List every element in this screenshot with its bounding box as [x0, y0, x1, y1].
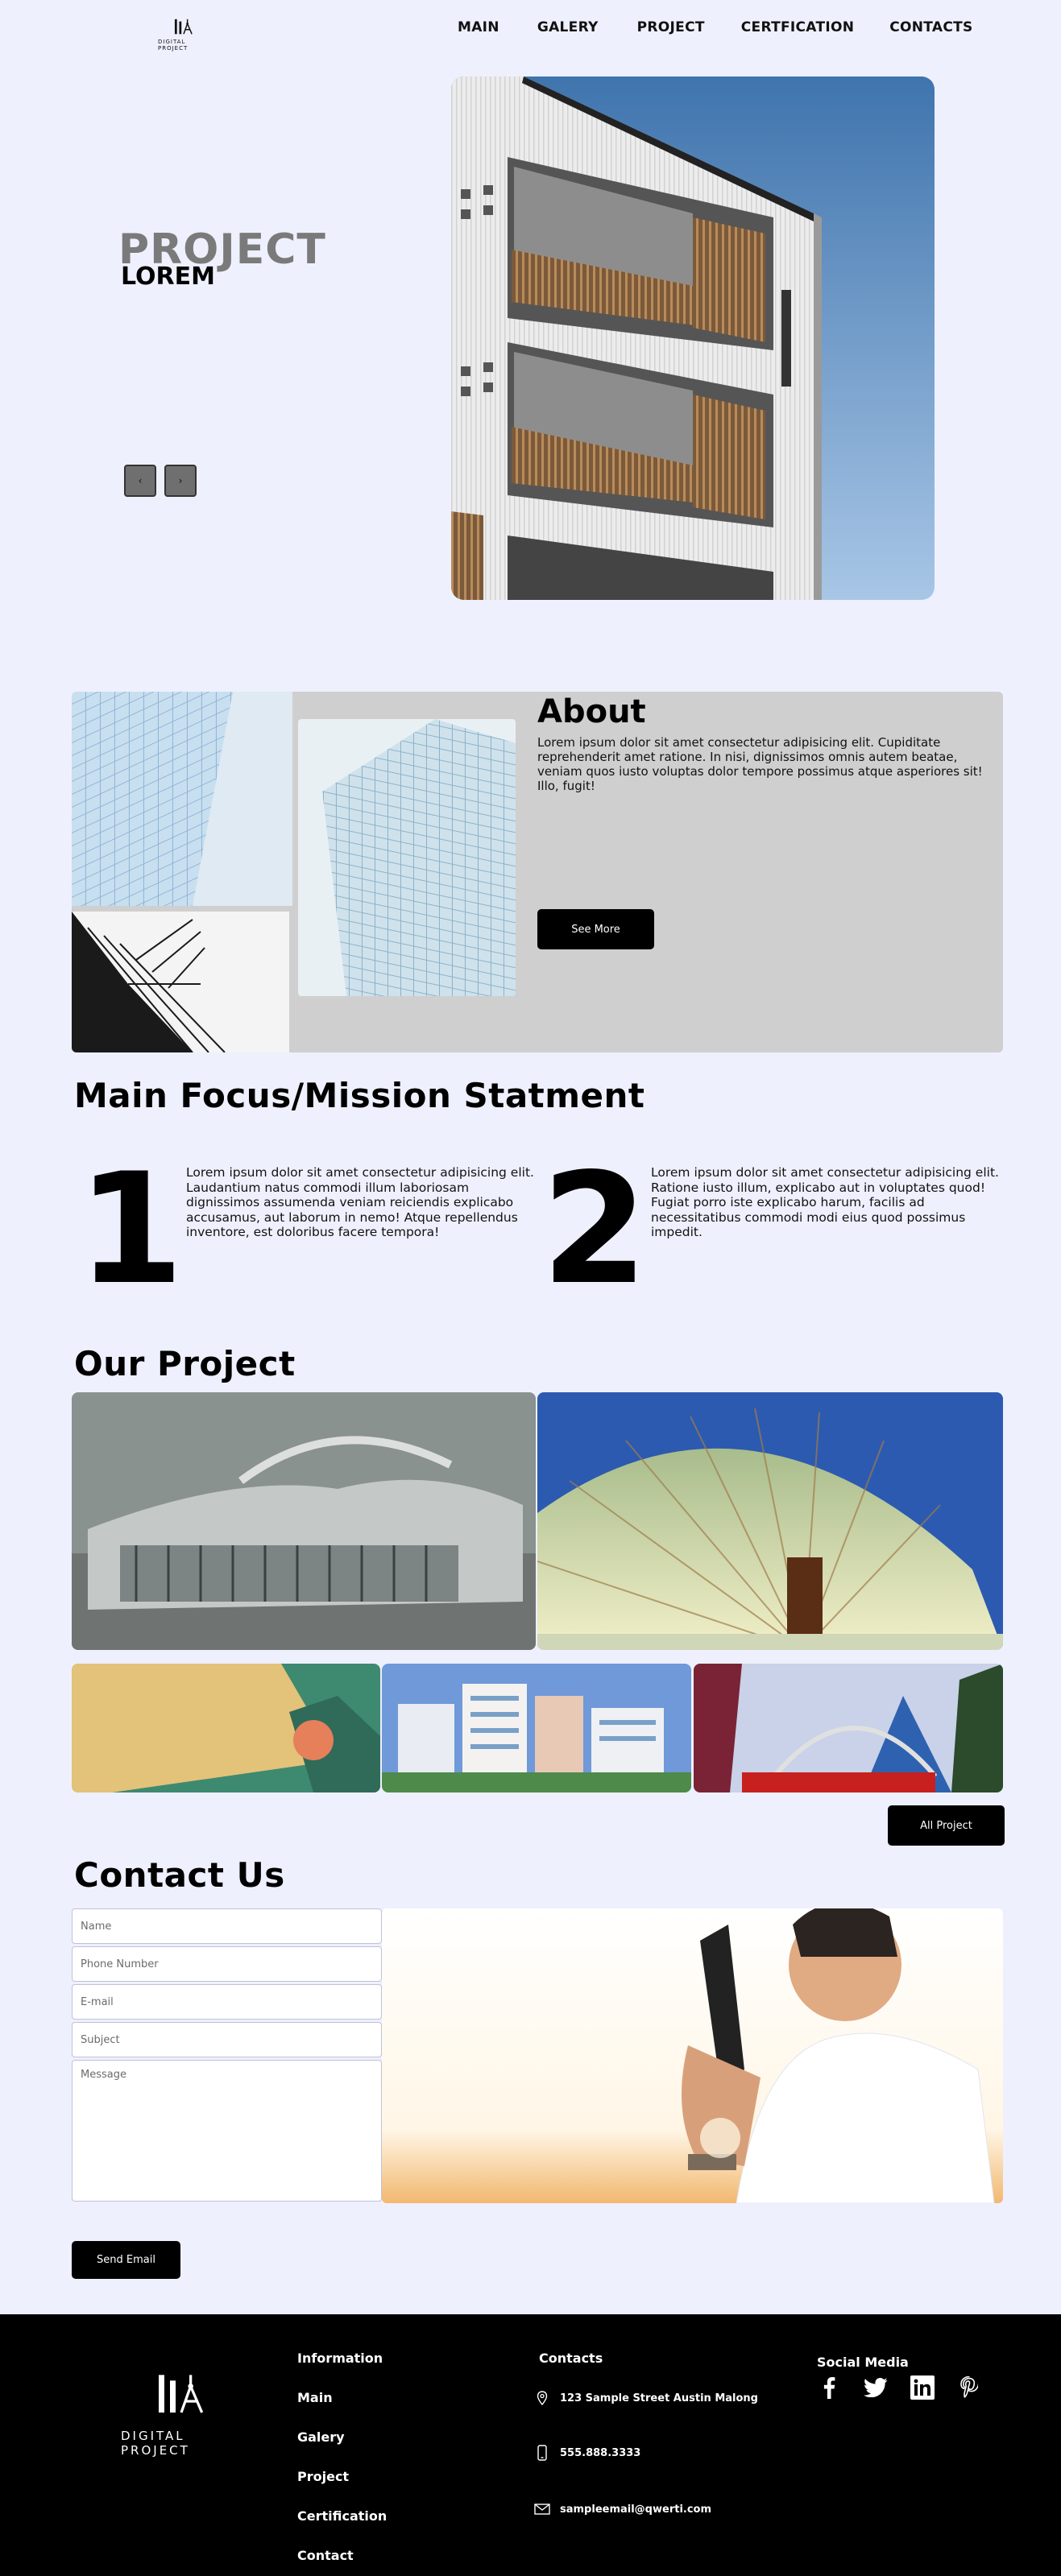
footer-info-heading: Information [297, 2351, 383, 2366]
nav-item-main[interactable]: MAIN [458, 19, 499, 35]
project-dome-image[interactable] [537, 1392, 1003, 1650]
footer-link-contact[interactable]: Contact [297, 2548, 354, 2563]
all-project-button[interactable]: All Project [888, 1805, 1005, 1846]
footer-social-heading: Social Media [817, 2355, 909, 2370]
footer-phone-text: 555.888.3333 [560, 2446, 641, 2459]
nav-item-certification[interactable]: CERTFICATION [741, 19, 854, 35]
message-textarea[interactable]: Message [72, 2060, 382, 2202]
project-arch-image[interactable] [694, 1664, 1003, 1792]
footer-email-text: sampleemail@qwerti.com [560, 2503, 712, 2516]
hero-building-image [451, 76, 935, 600]
name-input[interactable]: Name [72, 1908, 382, 1944]
footer-phone[interactable]: 555.888.3333 [534, 2445, 640, 2461]
about-text: Lorem ipsum dolor sit amet consectetur a… [537, 735, 983, 793]
linkedin-icon[interactable] [910, 2375, 935, 2400]
footer-link-main[interactable]: Main [297, 2390, 333, 2405]
phone-input[interactable]: Phone Number [72, 1946, 382, 1982]
email-input[interactable]: E-mail [72, 1984, 382, 2020]
footer-logo-text: DIGITAL PROJECT [121, 2429, 190, 2458]
projects-title: Our Project [74, 1344, 296, 1383]
mission-number-1: 1 [77, 1140, 184, 1318]
footer-link-galery[interactable]: Galery [297, 2429, 345, 2445]
about-section: About Lorem ipsum dolor sit amet consect… [72, 692, 1003, 1052]
see-more-button[interactable]: See More [537, 909, 654, 949]
footer-address: 123 Sample Street Austin Malong [534, 2390, 758, 2406]
main-nav: MAIN GALERY PROJECT CERTFICATION CONTACT… [458, 19, 973, 35]
subject-input[interactable]: Subject [72, 2022, 382, 2057]
contact-title: Contact Us [74, 1855, 285, 1895]
location-pin-icon [534, 2390, 550, 2406]
footer-logo[interactable]: DIGITAL PROJECT [121, 2371, 242, 2458]
footer-contacts-heading: Contacts [539, 2351, 603, 2366]
nav-item-contacts[interactable]: CONTACTS [889, 19, 972, 35]
project-roof-image[interactable] [72, 1664, 380, 1792]
contact-person-phone-image [382, 1908, 1003, 2203]
about-title: About [537, 693, 646, 730]
twitter-icon[interactable] [864, 2375, 888, 2400]
hero-next-button[interactable]: › [164, 465, 197, 497]
footer-email[interactable]: sampleemail@qwerti.com [534, 2501, 711, 2517]
phone-icon [534, 2445, 550, 2461]
hero-subtitle: LOREM [121, 263, 215, 291]
about-geometric-image [72, 912, 289, 1052]
chevron-left-icon: ‹ [138, 475, 143, 486]
nav-item-galery[interactable]: GALERY [537, 19, 599, 35]
nav-item-project[interactable]: PROJECT [637, 19, 705, 35]
pinterest-icon[interactable] [957, 2375, 981, 2400]
social-links [817, 2375, 1004, 2400]
chevron-right-icon: › [178, 475, 183, 486]
footer-link-certification[interactable]: Certification [297, 2508, 387, 2524]
logo-mark-icon [174, 19, 193, 35]
hero-prev-button[interactable]: ‹ [124, 465, 156, 497]
facebook-icon[interactable] [817, 2375, 841, 2400]
footer-link-project[interactable]: Project [297, 2469, 349, 2484]
about-glass-building-image [72, 692, 292, 906]
logo-text: DIGITAL PROJECT [158, 39, 189, 52]
mission-number-2: 2 [541, 1140, 649, 1318]
mission-text-1: Lorem ipsum dolor sit amet consectetur a… [186, 1165, 534, 1239]
mission-title: Main Focus/Mission Statment [74, 1076, 645, 1115]
mission-text-2: Lorem ipsum dolor sit amet consectetur a… [651, 1165, 999, 1239]
logo-mark-icon [159, 2375, 204, 2413]
about-glass-tower-image [298, 719, 516, 996]
footer: DIGITAL PROJECT Information Main Galery … [0, 2314, 1061, 2576]
site-logo[interactable]: DIGITAL PROJECT [158, 18, 209, 52]
mail-icon [534, 2501, 550, 2517]
send-email-button[interactable]: Send Email [72, 2241, 180, 2279]
project-towers-image[interactable] [382, 1664, 691, 1792]
project-stadium-image[interactable] [72, 1392, 536, 1650]
footer-address-text: 123 Sample Street Austin Malong [560, 2392, 758, 2404]
